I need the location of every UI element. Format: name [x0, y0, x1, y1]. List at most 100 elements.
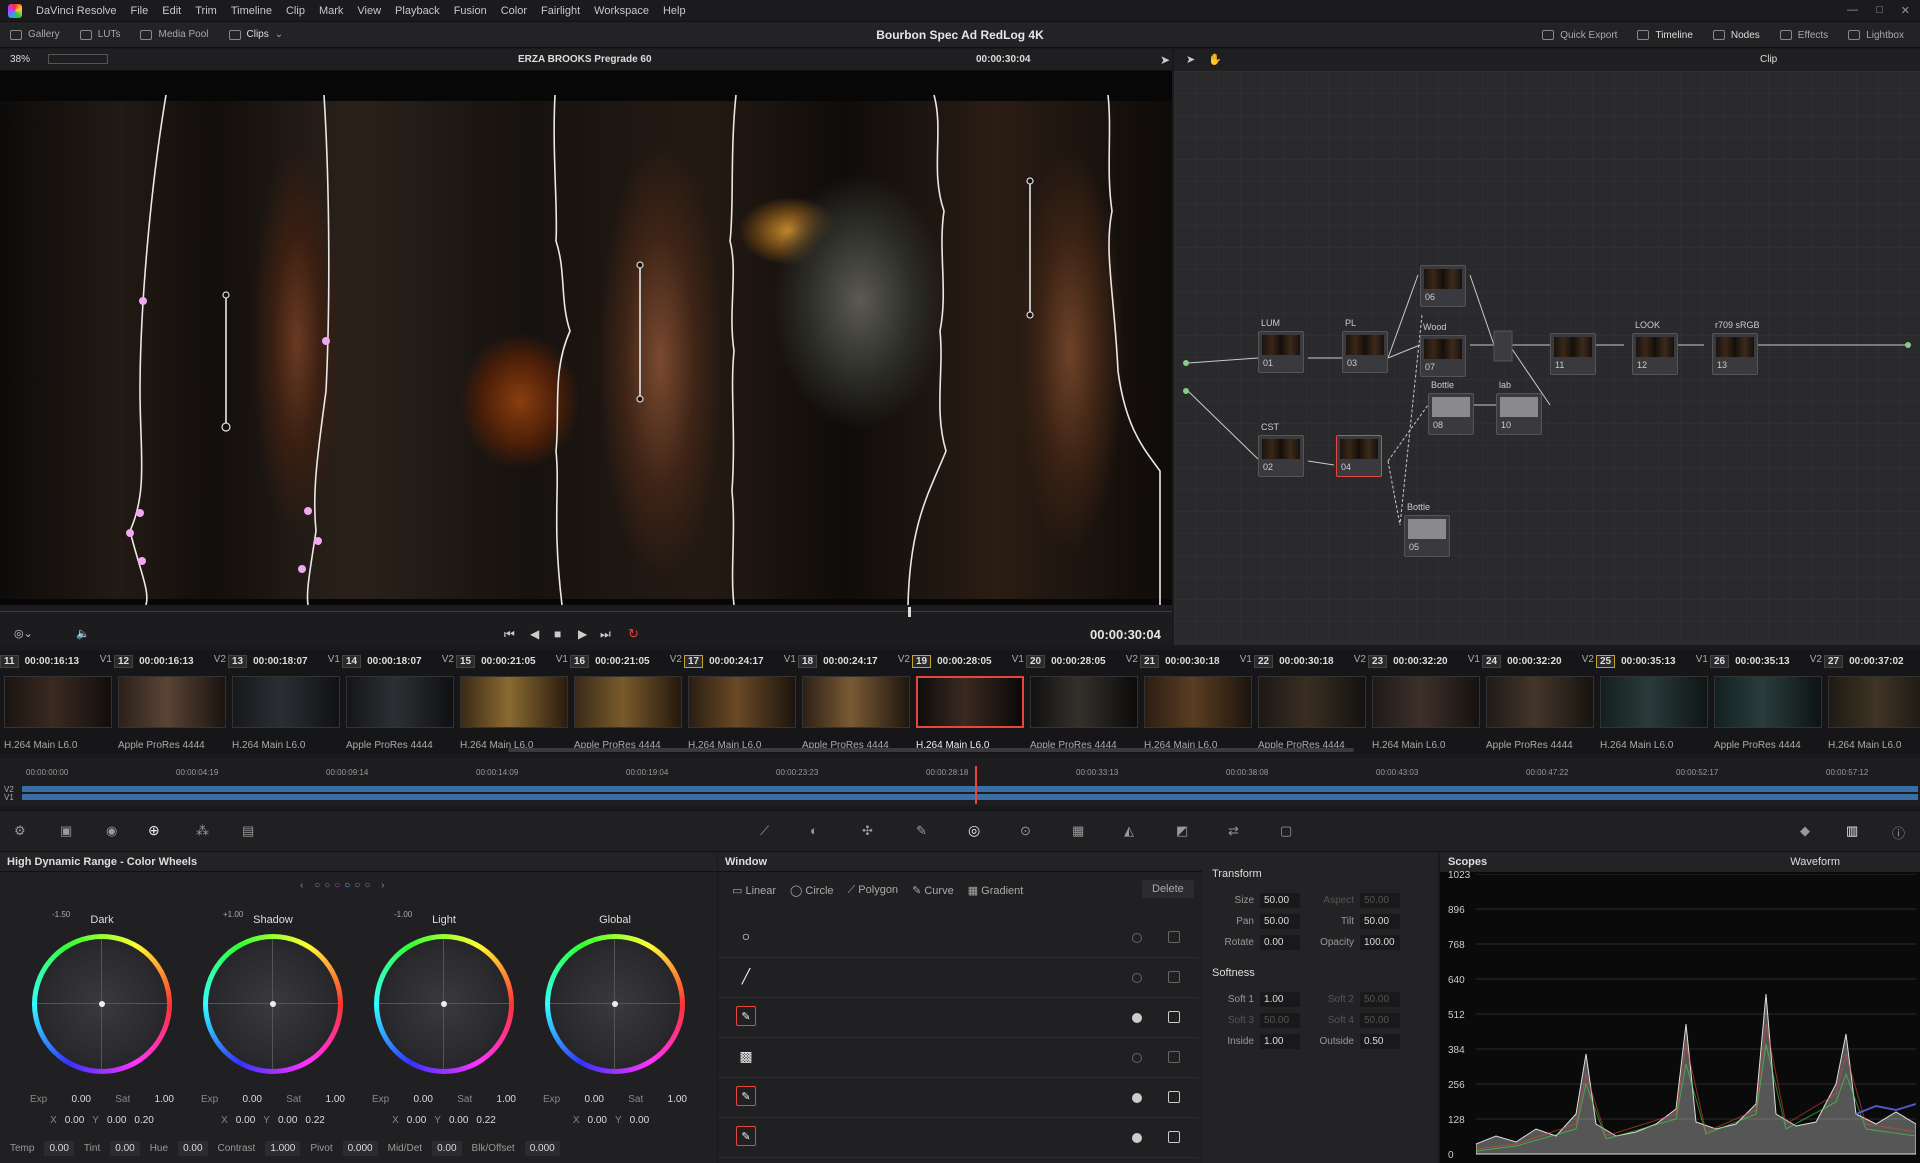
window-enable-toggle[interactable]	[1132, 1053, 1142, 1063]
y-value[interactable]: 0.00	[449, 1115, 468, 1126]
clips-button[interactable]: Clips ⌄	[219, 22, 294, 48]
exp-value[interactable]: 0.00	[243, 1094, 262, 1105]
wheel-puck[interactable]	[270, 1001, 276, 1007]
adjust-value[interactable]: 0.00	[178, 1140, 208, 1156]
clip-thumbnail[interactable]: 26 00:00:35:13 V2 Apple ProRes 4444	[1710, 650, 1824, 754]
node-10[interactable]: lab 10	[1496, 380, 1542, 435]
lightbox-toggle[interactable]: Lightbox	[1838, 22, 1914, 48]
wheel-ring[interactable]	[374, 934, 514, 1074]
keyframes-icon[interactable]: ◆	[1800, 823, 1810, 839]
loop-icon[interactable]: ↻	[628, 626, 639, 642]
node-07[interactable]: Wood 07	[1420, 322, 1466, 377]
sat-value[interactable]: 1.00	[497, 1094, 516, 1105]
window-row-linear[interactable]: ╱	[718, 958, 1198, 998]
sat-value[interactable]: 1.00	[668, 1094, 687, 1105]
node-13[interactable]: r709 sRGB 13	[1712, 320, 1760, 375]
wheel-puck[interactable]	[99, 1001, 105, 1007]
soft1-field[interactable]: 1.00	[1260, 992, 1300, 1007]
window-invert-toggle[interactable]	[1168, 1051, 1180, 1063]
3d-icon[interactable]: ▢	[1280, 823, 1292, 839]
hdr-wheels-icon[interactable]: ⊕	[148, 822, 160, 839]
node-01[interactable]: LUM 01	[1258, 318, 1304, 373]
scrubber-playhead[interactable]	[908, 607, 911, 617]
volume-icon[interactable]: 🔈	[76, 627, 90, 640]
tilt-field[interactable]: 50.00	[1360, 914, 1400, 929]
menu-color[interactable]: Color	[501, 5, 527, 17]
adjust-value[interactable]: 0.00	[110, 1140, 140, 1156]
wheel-ring[interactable]	[545, 934, 685, 1074]
node-editor[interactable]: LUM 01 PL 03 06 Wood 07 11 LOOK 12 r709 sRGB…	[1174, 49, 1920, 645]
polygon-window-button[interactable]: ⟋ Polygon	[848, 884, 899, 897]
menu-workspace[interactable]: Workspace	[594, 5, 649, 17]
play-icon[interactable]: ▶	[578, 627, 587, 641]
motion-effects-icon[interactable]: ▤	[242, 823, 254, 839]
viewer-timecode[interactable]: 00:00:30:04	[976, 54, 1030, 65]
viewer-options-icon[interactable]: ◎⌄	[14, 627, 33, 640]
adjust-value[interactable]: 0.00	[44, 1140, 74, 1156]
effects-toggle[interactable]: Effects	[1770, 22, 1838, 48]
close-icon[interactable]: ✕	[1901, 4, 1910, 17]
zone-value[interactable]: 0.22	[476, 1115, 495, 1126]
clip-thumbnail[interactable]: 21 00:00:30:18 V1 H.264 Main L6.0	[1140, 650, 1254, 754]
sat-value[interactable]: 1.00	[326, 1094, 345, 1105]
track-v2-bar[interactable]	[22, 786, 1918, 792]
scrubber-track[interactable]	[0, 611, 1172, 612]
adjust-value[interactable]: 0.00	[432, 1140, 462, 1156]
window-row-curve-3[interactable]: ✎	[718, 1118, 1198, 1158]
x-value[interactable]: 0.00	[65, 1115, 84, 1126]
clip-thumbnail[interactable]: 16 00:00:21:05 V2 Apple ProRes 4444	[570, 650, 684, 754]
clip-thumbnail[interactable]: 18 00:00:24:17 V2 Apple ProRes 4444	[798, 650, 912, 754]
window-row-gradient[interactable]: ▩	[718, 1038, 1198, 1078]
menu-playback[interactable]: Playback	[395, 5, 440, 17]
window-enable-toggle[interactable]	[1132, 933, 1142, 943]
soft2-field[interactable]: 50.00	[1360, 992, 1400, 1007]
nodes-toggle[interactable]: Nodes	[1703, 22, 1770, 48]
window-row-curve-1[interactable]: ✎	[718, 998, 1198, 1038]
exp-value[interactable]: 0.00	[72, 1094, 91, 1105]
node-mode-select[interactable]: Clip	[1760, 54, 1777, 65]
go-to-start-icon[interactable]: ⏮	[504, 627, 515, 642]
blur-icon[interactable]: ◭	[1124, 823, 1134, 839]
color-wheel-global[interactable]: Global Exp 0.00 Sat 1.00 X 0.00 Y 0.00	[535, 914, 695, 1126]
size-field[interactable]: 50.00	[1260, 893, 1300, 908]
clip-thumbnail[interactable]: 23 00:00:32:20 V1 H.264 Main L6.0	[1368, 650, 1482, 754]
menu-fairlight[interactable]: Fairlight	[541, 5, 580, 17]
soft4-field[interactable]: 50.00	[1360, 1013, 1400, 1028]
track-v1-bar[interactable]	[22, 794, 1918, 800]
color-wheels-icon[interactable]: ◉	[106, 823, 117, 839]
wheel-ring[interactable]	[32, 934, 172, 1074]
node-11[interactable]: 11	[1550, 333, 1596, 375]
clip-thumbnail[interactable]: 13 00:00:18:07 V1 H.264 Main L6.0	[228, 650, 342, 754]
adjust-value[interactable]: 0.000	[524, 1140, 560, 1156]
exp-value[interactable]: 0.00	[585, 1094, 604, 1105]
clip-thumbnail[interactable]: 27 00:00:37:02 H.264 Main L6.0	[1824, 650, 1920, 754]
clip-thumbnail[interactable]: 19 00:00:28:05 V1 H.264 Main L6.0	[912, 650, 1026, 754]
x-value[interactable]: 0.00	[236, 1115, 255, 1126]
pan-field[interactable]: 50.00	[1260, 914, 1300, 929]
window-invert-toggle[interactable]	[1168, 971, 1180, 983]
window-row-circle[interactable]: ○	[718, 918, 1198, 958]
y-value[interactable]: 0.00	[278, 1115, 297, 1126]
node-03[interactable]: PL 03	[1342, 318, 1388, 373]
magic-mask-icon[interactable]: ▦	[1072, 823, 1084, 839]
scope-mode-select[interactable]: Waveform	[1790, 852, 1840, 872]
adjust-value[interactable]: 0.000	[342, 1140, 378, 1156]
tracker-icon[interactable]: ⊙	[1020, 823, 1031, 839]
window-invert-toggle[interactable]	[1168, 931, 1180, 943]
color-wheel-dark[interactable]: -1.50 Dark Exp 0.00 Sat 1.00 X 0.00 Y 0.00 0.20	[22, 910, 182, 1126]
zoom-level[interactable]: 38%	[10, 54, 30, 65]
window-invert-toggle[interactable]	[1168, 1091, 1180, 1103]
inside-field[interactable]: 1.00	[1260, 1034, 1300, 1049]
node-06[interactable]: 06	[1420, 265, 1466, 307]
timeline-ruler[interactable]: 00:00:00:00 00:00:04:19 00:00:09:14 00:00:1…	[0, 768, 1920, 782]
mini-timeline[interactable]: 00:00:00:00 00:00:04:19 00:00:09:14 00:00:1…	[0, 758, 1920, 806]
opacity-field[interactable]: 100.00	[1360, 935, 1400, 950]
wheel-center[interactable]	[208, 939, 338, 1069]
curve-window-button[interactable]: ✎ Curve	[912, 884, 954, 897]
clip-thumbnail[interactable]: 12 00:00:16:13 V2 Apple ProRes 4444	[114, 650, 228, 754]
clip-thumbnail[interactable]: 20 00:00:28:05 V2 Apple ProRes 4444	[1026, 650, 1140, 754]
menu-trim[interactable]: Trim	[195, 5, 217, 17]
gallery-button[interactable]: Gallery	[0, 22, 70, 48]
clip-thumbnail[interactable]: 25 00:00:35:13 V1 H.264 Main L6.0	[1596, 650, 1710, 754]
node-08[interactable]: Bottle 08	[1428, 380, 1474, 435]
